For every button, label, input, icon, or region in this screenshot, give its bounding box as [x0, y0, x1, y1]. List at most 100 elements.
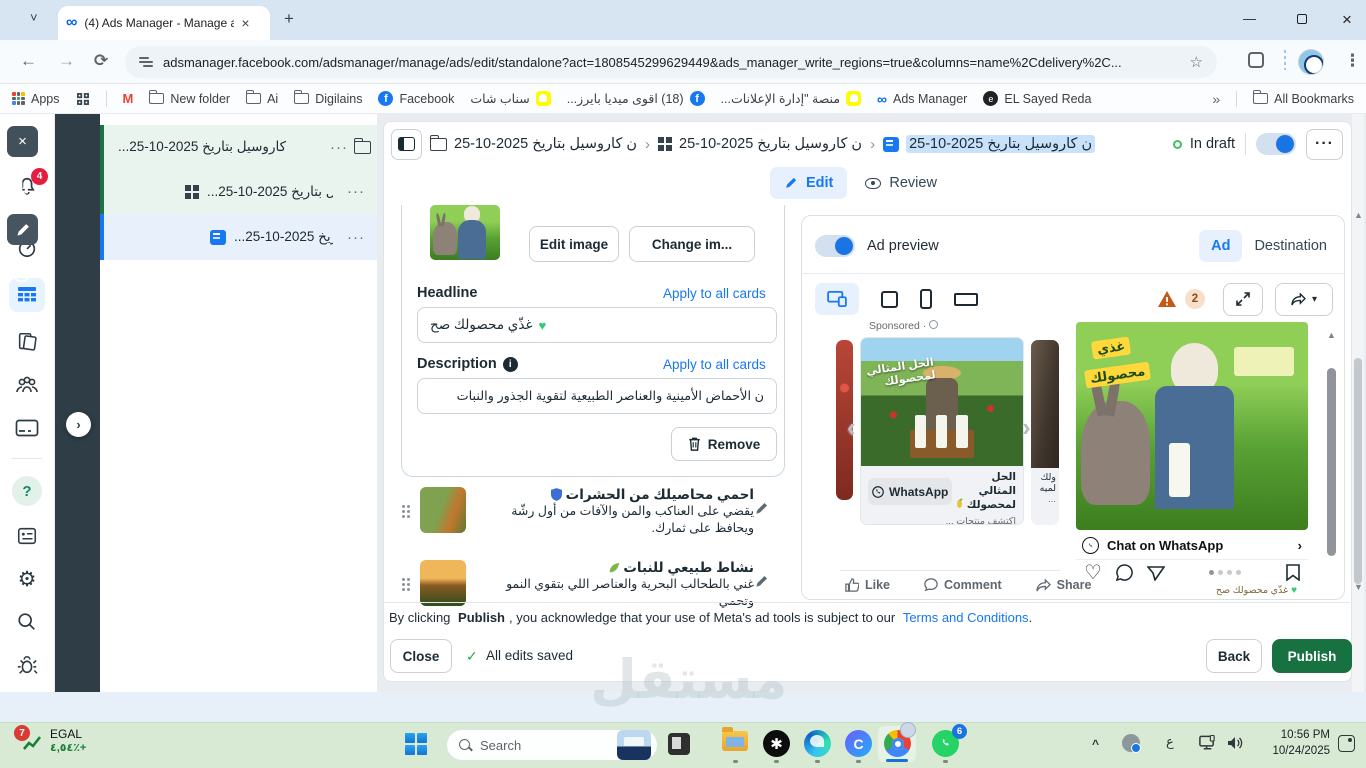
bookmark-ads-manager[interactable]: ∞ Ads Manager: [877, 91, 967, 107]
change-image-button[interactable]: Change im...: [629, 226, 755, 262]
ad-menu-icon[interactable]: ···: [347, 229, 365, 246]
headline-apply-all-link[interactable]: Apply to all cards: [663, 286, 766, 301]
stock-widget[interactable]: 7 EGAL ٤,٥٤٪+: [14, 725, 86, 754]
bookmark-digilains[interactable]: Digilains: [294, 90, 362, 106]
collapse-panel-button[interactable]: [391, 128, 422, 160]
bookmark-snapchat[interactable]: سناب شات: [470, 91, 551, 106]
apps-shortcut[interactable]: Apps: [12, 92, 60, 106]
warning-count-badge[interactable]: 2: [1185, 289, 1205, 309]
history-clock-icon[interactable]: [11, 263, 32, 289]
search-highlight-ship-icon[interactable]: [617, 730, 651, 760]
bookmark-ai[interactable]: Ai: [246, 90, 278, 106]
story-cta-bar[interactable]: Chat on WhatsApp ›: [1076, 532, 1308, 560]
network-tray-icon[interactable]: [1198, 734, 1217, 756]
edge-icon[interactable]: [804, 730, 831, 757]
like-button[interactable]: Like: [845, 578, 890, 592]
expand-sidebar-button[interactable]: ›: [66, 412, 91, 437]
tab-groups-icon[interactable]: [76, 92, 89, 105]
bookmark-icon[interactable]: [1286, 564, 1300, 581]
tab-close-icon[interactable]: ×: [241, 15, 249, 31]
ads-reporting-icon[interactable]: [12, 329, 42, 355]
carousel-left-arrow[interactable]: ‹: [847, 412, 856, 443]
carousel-right-arrow[interactable]: ›: [1022, 412, 1031, 443]
bookmark-ads-platform[interactable]: منصة "إدارة الإعلانات...: [721, 91, 862, 106]
campaign-menu-icon[interactable]: ···: [330, 139, 348, 156]
bookmark-media-buyers[interactable]: f (18) اقوى ميديا بايرز...: [567, 91, 705, 106]
volume-tray-icon[interactable]: [1226, 735, 1244, 756]
bookmark-el-sayed[interactable]: e EL Sayed Reda: [983, 91, 1091, 106]
performance-chart-icon[interactable]: [11, 177, 33, 202]
description-input[interactable]: ن الأحماض الأمينية والعناصر الطبيعية لتق…: [417, 378, 777, 414]
window-restore-button[interactable]: [1297, 14, 1307, 24]
ad-preview-toggle[interactable]: [815, 235, 855, 257]
remove-card-button[interactable]: Remove: [671, 427, 777, 461]
back-button-footer[interactable]: Back: [1206, 639, 1262, 673]
info-icon[interactable]: i: [502, 356, 518, 372]
expand-preview-button[interactable]: [1223, 282, 1263, 316]
square-format-button[interactable]: [881, 290, 898, 308]
bookmark-gmail[interactable]: M: [123, 91, 134, 106]
browser-tab[interactable]: ∞ (4) Ads Manager - Manage ads ×: [58, 6, 270, 40]
breadcrumb-ad[interactable]: ن كاروسيل بتاريخ 2025-10-25: [883, 135, 1096, 153]
drag-handle-icon[interactable]: [402, 578, 410, 591]
updates-icon[interactable]: [12, 523, 42, 549]
window-minimize-button[interactable]: —: [1243, 11, 1256, 26]
terms-link[interactable]: Terms and Conditions: [903, 610, 1029, 625]
more-options-button[interactable]: ···: [1306, 128, 1343, 160]
banner-format-button[interactable]: [954, 292, 978, 306]
all-bookmarks[interactable]: All Bookmarks: [1253, 90, 1354, 106]
adset-menu-icon[interactable]: ···: [347, 183, 365, 200]
language-indicator[interactable]: ع: [1166, 734, 1174, 750]
edit-card-pencil-icon[interactable]: [754, 574, 769, 594]
tab-destination[interactable]: Destination: [1254, 238, 1327, 254]
all-devices-format-button[interactable]: [815, 283, 859, 315]
share-plane-icon[interactable]: [1146, 565, 1165, 581]
comment-button[interactable]: Comment: [924, 578, 1002, 592]
scroll-up-icon[interactable]: ▲: [1354, 210, 1363, 220]
ad-row[interactable]: ...يل بتاريخ 2025-10-25 ···: [100, 214, 377, 260]
tray-expand-icon[interactable]: ^: [1092, 737, 1099, 751]
taskbar-search[interactable]: Search: [446, 729, 658, 761]
whatsapp-cta-button[interactable]: WhatsApp: [868, 478, 953, 506]
browser-menu-icon[interactable]: ⋮: [1344, 51, 1361, 71]
new-tab-button[interactable]: +: [284, 9, 294, 29]
comment-icon[interactable]: [1115, 564, 1133, 581]
reload-button[interactable]: ⟳: [94, 51, 108, 71]
settings-gear-icon[interactable]: ⚙: [12, 566, 42, 592]
file-explorer-icon[interactable]: [722, 727, 748, 751]
inner-scroll-up-icon[interactable]: ▲: [1327, 330, 1336, 340]
carousel-card-item[interactable]: احمي محاصيلك من الحشرات يقضي على العناكب…: [402, 487, 769, 537]
bookmark-star-icon[interactable]: ☆: [1190, 53, 1203, 71]
edit-card-pencil-icon[interactable]: [754, 501, 769, 521]
c-app-icon[interactable]: C: [845, 730, 872, 757]
notification-center-icon[interactable]: [1338, 735, 1355, 752]
chatgpt-icon[interactable]: ✱: [763, 730, 790, 757]
breadcrumb-adset[interactable]: ن كاروسيل بتاريخ 2025-10-25: [658, 136, 862, 152]
scrollbar-thumb[interactable]: [1354, 358, 1362, 584]
taskbar-app-dark-icon[interactable]: [668, 733, 690, 755]
edit-image-button[interactable]: Edit image: [529, 226, 619, 262]
tab-search-chevron-icon[interactable]: ˅: [30, 10, 38, 25]
tab-review[interactable]: Review: [861, 167, 941, 199]
scroll-down-icon[interactable]: ▼: [1354, 582, 1363, 592]
extensions-puzzle-icon[interactable]: [1248, 52, 1264, 68]
inner-scrollbar-thumb[interactable]: [1327, 368, 1336, 556]
billing-icon[interactable]: [12, 415, 42, 441]
address-bar[interactable]: adsmanager.facebook.com/adsmanager/manag…: [125, 46, 1217, 78]
window-close-button[interactable]: ×: [1342, 10, 1352, 30]
page-scrollbar[interactable]: ▲ ▼: [1352, 114, 1364, 692]
share-preview-button[interactable]: ▾: [1275, 282, 1333, 316]
bookmark-new-folder[interactable]: New folder: [149, 90, 230, 106]
back-button[interactable]: ←: [20, 51, 37, 71]
taskbar-clock[interactable]: 10:56 PM 10/24/2025: [1252, 728, 1330, 759]
tab-edit[interactable]: Edit: [770, 167, 848, 199]
publish-button[interactable]: Publish: [1272, 639, 1352, 673]
breadcrumb-campaign[interactable]: ن كاروسيل بتاريخ 2025-10-25: [430, 134, 637, 152]
bookmark-facebook[interactable]: f Facebook: [378, 91, 454, 106]
ad-active-toggle[interactable]: [1256, 133, 1296, 155]
campaign-row[interactable]: ...كاروسيل بتاريخ 2025-10-25 ···: [100, 125, 377, 169]
search-icon[interactable]: [12, 609, 42, 635]
site-settings-icon[interactable]: [139, 56, 153, 68]
tab-ad[interactable]: Ad: [1199, 230, 1243, 262]
description-apply-all-link[interactable]: Apply to all cards: [663, 357, 766, 372]
